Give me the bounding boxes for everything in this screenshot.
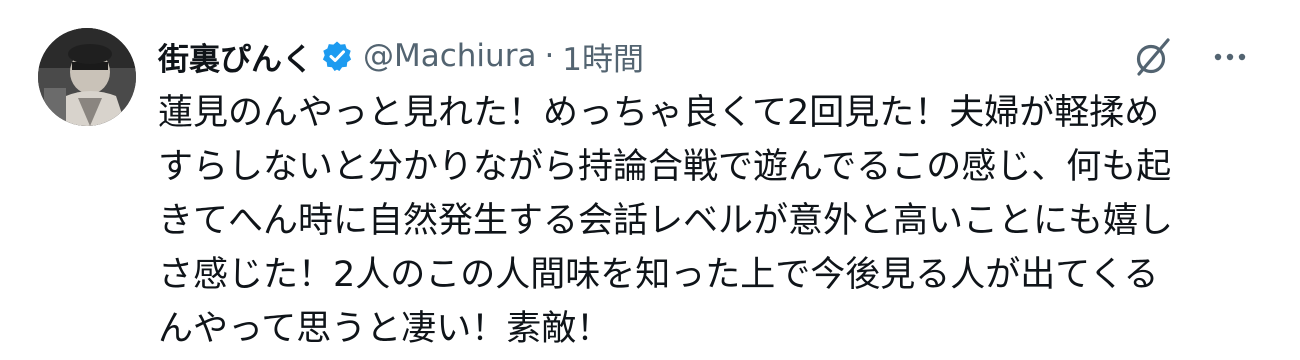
tweet-text-line: すらしないと分かりながら持論合戦で遊んでるこの感じ、何も起 <box>158 147 1172 187</box>
tweet-header: 街裏ぴんく @Machiura · 1時間 <box>158 30 644 82</box>
display-name[interactable]: 街裏ぴんく <box>158 34 313 79</box>
tweet-card: 街裏ぴんく @Machiura · 1時間 蓮見のんやっと見れた！めっちゃ良くて… <box>0 0 1300 360</box>
more-options-icon[interactable] <box>1210 37 1250 77</box>
separator-dot: · <box>544 38 555 74</box>
avatar[interactable] <box>38 28 136 126</box>
tweet-text-line: 蓮見のんやっと見れた！めっちゃ良くて2回見た！夫婦が軽揉め <box>158 93 1160 133</box>
grok-icon[interactable] <box>1130 34 1176 80</box>
user-handle[interactable]: @Machiura <box>363 38 536 74</box>
timestamp[interactable]: 1時間 <box>562 34 644 79</box>
tweet-text-line: んやって思うと凄い！素敵！ <box>158 309 612 349</box>
tweet-text: 蓮見のんやっと見れた！めっちゃ良くて2回見た！夫婦が軽揉め すらしないと分かりな… <box>158 86 1258 356</box>
tweet-text-line: さ感じた！2人のこの人間味を知った上で今後見る人が出てくる <box>158 255 1159 295</box>
tweet-text-line: きてへん時に自然発生する会話レベルが意外と高いことにも嬉し <box>158 201 1174 241</box>
verified-badge-icon <box>321 40 353 72</box>
tweet-actions <box>1130 34 1250 80</box>
